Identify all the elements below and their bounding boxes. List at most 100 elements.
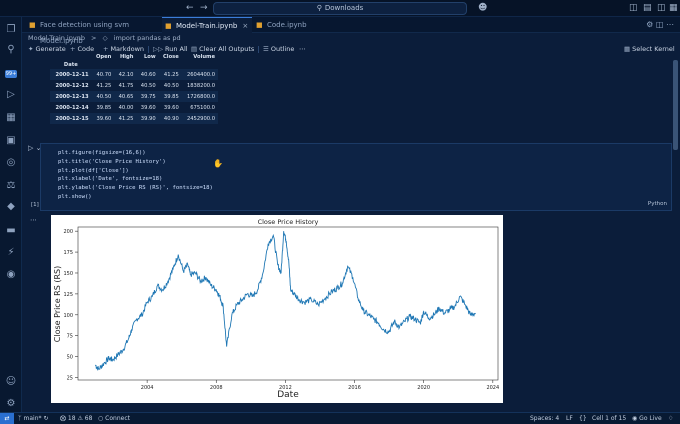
table-row: 2000-12-11 40.70 42.10 40.60 41.25 26044…	[50, 69, 218, 80]
y-tick-label: 100	[63, 313, 73, 319]
breadcrumb: Model-Train.ipynb > ◇ import pandas as p…	[22, 33, 680, 43]
column-header: Volume	[193, 54, 215, 60]
table-row: 2000-12-12 41.25 41.75 40.50 40.50 18382…	[55, 82, 215, 89]
x-axis-ticks: 2004 2008 2012 2016 2020 2024	[141, 380, 499, 391]
database-icon[interactable]: ▬	[4, 224, 18, 238]
jupyter-icon[interactable]: ◎	[4, 156, 18, 170]
editor-tabs: ■ Face detection using svm Model.ipynb ■ M…	[22, 17, 680, 45]
y-tick-label: 175	[63, 250, 73, 256]
execution-count: [1]	[31, 202, 39, 208]
braces-icon[interactable]: {}	[579, 413, 587, 424]
toggle-secondary-sidebar-icon[interactable]: ◫	[657, 3, 666, 13]
remote-indicator-icon[interactable]: ⇄	[0, 413, 14, 424]
extensions-icon[interactable]: ▦	[4, 111, 18, 125]
breadcrumb-cell[interactable]: import pandas as pd	[114, 34, 181, 42]
lightning-icon[interactable]: ⚡	[4, 246, 18, 260]
index-name: Date	[63, 62, 78, 68]
more-actions-icon[interactable]: ⋯	[299, 43, 306, 56]
run-debug-icon[interactable]: ▷	[4, 88, 18, 102]
cell-language-button[interactable]: Python	[648, 201, 667, 207]
cell-position-indicator[interactable]: Cell 1 of 15	[592, 413, 626, 424]
search-icon: ⚲	[316, 4, 322, 12]
testing-flask-icon[interactable]: ⚖	[4, 179, 18, 193]
title-bar: ← → ⚲ Downloads ☻ ◫ ▤ ◫ ▦	[0, 0, 680, 17]
notebook-file-icon: ■	[256, 21, 263, 29]
back-arrow-icon[interactable]: ←	[186, 3, 194, 13]
explorer-icon[interactable]: ❐	[4, 23, 18, 37]
toggle-panel-icon[interactable]: ▤	[643, 3, 652, 13]
x-tick-label: 2016	[348, 385, 361, 391]
code-editor[interactable]: plt.figure(figsize=(16,6)) plt.title('Cl…	[58, 149, 213, 202]
tab-code[interactable]: ■ Code.ipynb	[253, 17, 323, 33]
branch-indicator[interactable]: ᛉ main* ↻	[18, 413, 48, 424]
column-header: Open	[95, 54, 112, 60]
vertical-scrollbar[interactable]	[673, 60, 678, 150]
copilot-icon[interactable]: ☻	[478, 3, 487, 13]
layout-icon[interactable]: ▦	[669, 3, 678, 13]
plus-icon: +	[70, 45, 76, 53]
tab-face-detection[interactable]: ■ Face detection using svm Model.ipynb	[26, 17, 160, 45]
column-header: Close	[162, 54, 179, 60]
code-cell[interactable]: plt.figure(figsize=(16,6)) plt.title('Cl…	[40, 143, 672, 211]
code-line: plt.show()	[58, 193, 92, 200]
x-tick-label: 2008	[210, 385, 223, 391]
breadcrumb-file[interactable]: Model-Train.ipynb	[28, 34, 85, 42]
split-editor-icon[interactable]: ⚙ ◫ ⋯	[646, 20, 674, 29]
breadcrumb-separator: >	[91, 34, 97, 42]
code-line: plt.ylabel('Close Price RS (RS)', fontsi…	[58, 185, 213, 192]
code-line: plt.figure(figsize=(16,6))	[58, 150, 146, 156]
broadcast-icon: ◉	[632, 415, 638, 422]
x-axis-label: Date	[277, 390, 299, 400]
close-tab-icon[interactable]: ×	[242, 22, 248, 30]
live-share-icon[interactable]: ◉	[4, 268, 18, 282]
sparkle-icon: ✦	[28, 45, 34, 53]
table-row: 2000-12-15 39.60 41.25 39.90 40.90 24529…	[50, 113, 218, 124]
sync-icon: ↻	[43, 415, 49, 422]
select-kernel-button[interactable]: ▦ Select Kernel	[624, 43, 675, 56]
close-price-chart: Close Price History 25 50 75 100 125 150 175 20…	[53, 218, 499, 400]
toolbar-divider	[148, 46, 149, 53]
outline-button[interactable]: ☰ Outline	[263, 43, 294, 56]
y-tick-label: 75	[67, 334, 73, 340]
notebook-file-icon: ■	[165, 22, 172, 30]
go-live-button[interactable]: ◉ Go Live	[632, 413, 662, 424]
column-header: High	[119, 54, 134, 60]
x-tick-label: 2004	[141, 385, 154, 391]
search-icon[interactable]: ⚲	[4, 43, 18, 57]
y-tick-label: 50	[67, 355, 73, 361]
settings-gear-icon[interactable]: ⚙	[4, 397, 18, 411]
y-tick-label: 150	[63, 271, 73, 277]
branch-icon: ᛉ	[18, 415, 22, 422]
command-center-search[interactable]: ⚲ Downloads	[213, 2, 467, 15]
y-tick-label: 200	[63, 229, 73, 235]
toggle-sidebar-icon[interactable]: ◫	[629, 3, 638, 13]
code-line: plt.xlabel('Date', fontsize=18)	[58, 176, 163, 183]
kernel-icon: ▦	[624, 45, 631, 53]
toolbar-divider	[258, 46, 259, 53]
x-tick-label: 2024	[486, 385, 499, 391]
index-header-row: Date	[50, 61, 218, 69]
vscode-window: ← → ⚲ Downloads ☻ ◫ ▤ ◫ ▦ ❐ ⚲ 99+ ▷ ▦ ▣ ◎…	[0, 0, 680, 424]
account-icon[interactable]: ☺	[4, 375, 18, 389]
chart-title: Close Price History	[258, 218, 319, 226]
y-tick-label: 125	[63, 292, 73, 298]
warning-icon: ⚠	[77, 415, 83, 422]
source-control-badge[interactable]: 99+	[5, 70, 17, 78]
eol-indicator[interactable]: LF	[566, 413, 573, 424]
connect-button[interactable]: ○ Connect	[98, 413, 130, 424]
remote-explorer-icon[interactable]: ▣	[4, 134, 18, 148]
connect-icon: ○	[98, 415, 104, 422]
notifications-bell-icon[interactable]: ♢	[668, 413, 673, 424]
y-axis-ticks: 25 50 75 100 125 150 175 200	[63, 229, 78, 381]
problems-indicator[interactable]: ⨂ 18 ⚠ 68	[60, 413, 92, 424]
output-more-actions-icon[interactable]: ⋯	[30, 216, 37, 224]
tab-model-train[interactable]: ■ Model-Train.ipynb ×	[162, 17, 252, 33]
error-icon: ⨂	[60, 415, 66, 422]
dataframe-table: Open High Low Close Volume Date 2000-12-…	[50, 53, 218, 124]
table-row: 2000-12-13 40.50 40.65 39.75 39.85 17268…	[50, 91, 218, 102]
status-bar: ⇄ ᛉ main* ↻ ⨂ 18 ⚠ 68 ○ Connect Spaces: …	[0, 412, 680, 424]
indentation-indicator[interactable]: Spaces: 4	[530, 413, 559, 424]
forward-arrow-icon[interactable]: →	[200, 3, 208, 13]
mongodb-leaf-icon[interactable]: ◆	[4, 200, 18, 214]
y-axis-label: Close Price RS (RS)	[53, 266, 62, 342]
